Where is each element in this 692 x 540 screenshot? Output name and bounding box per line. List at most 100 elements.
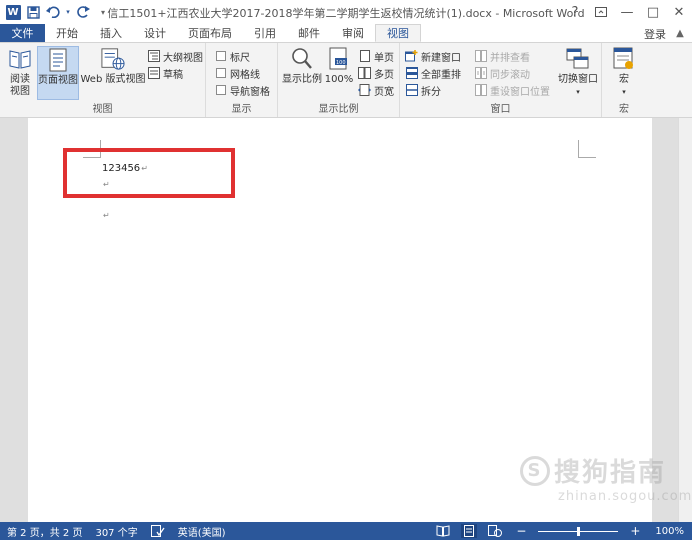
- redo-icon[interactable]: [73, 2, 93, 22]
- help-button[interactable]: ?: [562, 0, 588, 24]
- views-group: 阅读 视图 页面视图 Web 版式视图 大纲视图 草稿 视图: [0, 43, 206, 117]
- paragraph-mark: ↵: [103, 211, 110, 220]
- nav-pane-checkbox[interactable]: 导航窗格: [216, 82, 270, 98]
- sync-scroll-button[interactable]: 同步滚动: [474, 65, 530, 81]
- gridlines-label: 网格线: [230, 69, 260, 81]
- red-highlight-box: [63, 148, 235, 198]
- one-page-icon: [358, 50, 371, 63]
- print-layout-icon: [46, 47, 70, 73]
- draft-button[interactable]: 草稿: [147, 65, 183, 81]
- nav-pane-check[interactable]: [216, 85, 226, 95]
- tab-home[interactable]: 开始: [45, 24, 89, 42]
- sync-scroll-label: 同步滚动: [490, 69, 530, 81]
- switch-windows-button[interactable]: 切换窗口 ▾: [556, 46, 600, 98]
- proofing-icon[interactable]: [150, 525, 165, 537]
- zoom-slider-thumb[interactable]: [576, 526, 580, 536]
- ribbon-tabs: 文件 开始 插入 设计 页面布局 引用 邮件 审阅 视图 登录 ▲: [0, 24, 692, 42]
- tab-page-layout[interactable]: 页面布局: [177, 24, 243, 42]
- reset-position-button[interactable]: 重设窗口位置: [474, 82, 550, 98]
- one-page-button[interactable]: 单页: [358, 48, 394, 64]
- new-window-button[interactable]: 新建窗口: [405, 48, 461, 64]
- page-width-icon: [358, 84, 371, 97]
- print-layout-button[interactable]: 页面视图: [37, 46, 79, 100]
- reset-position-label: 重设窗口位置: [490, 86, 550, 98]
- zoom-in-icon[interactable]: +: [627, 524, 643, 538]
- gridlines-checkbox[interactable]: 网格线: [216, 65, 260, 81]
- status-bar: 第 2 页，共 2 页 307 个字 英语(美国) − + 100%: [0, 522, 692, 540]
- undo-dropdown-icon[interactable]: ▾: [63, 2, 73, 22]
- arrange-all-icon: [405, 67, 418, 80]
- show-group-label: 显示: [231, 104, 252, 115]
- tab-insert[interactable]: 插入: [89, 24, 133, 42]
- split-button[interactable]: 拆分: [405, 82, 441, 98]
- tab-review[interactable]: 审阅: [331, 24, 375, 42]
- gridlines-check[interactable]: [216, 68, 226, 78]
- macros-icon: [612, 46, 636, 72]
- tab-references[interactable]: 引用: [243, 24, 287, 42]
- split-icon: [405, 84, 418, 97]
- customize-icon[interactable]: ▾: [93, 2, 113, 22]
- ruler-check[interactable]: [216, 51, 226, 61]
- read-mode-view-icon[interactable]: [435, 524, 451, 538]
- ribbon: 阅读 视图 页面视图 Web 版式视图 大纲视图 草稿 视图 标尺 网格线 导航…: [0, 42, 692, 118]
- word-icon[interactable]: W: [3, 2, 23, 22]
- zoom-level[interactable]: 100%: [655, 526, 684, 537]
- read-mode-label-1: 阅读: [10, 74, 30, 85]
- close-button[interactable]: ✕: [666, 0, 692, 24]
- watermark-main-text: 搜狗指南: [554, 458, 667, 488]
- web-layout-label: Web 版式视图: [80, 74, 146, 85]
- outline-button[interactable]: 大纲视图: [147, 48, 203, 64]
- tab-file[interactable]: 文件: [0, 24, 45, 42]
- multi-page-button[interactable]: 多页: [358, 65, 394, 81]
- draft-label: 草稿: [163, 69, 183, 81]
- undo-icon[interactable]: [43, 2, 63, 22]
- document-area: 123456↵ ↵ ↵ S 搜狗指南 zhinan.sogou.com: [0, 118, 692, 522]
- collapse-ribbon-icon[interactable]: ▲: [672, 25, 688, 41]
- multi-page-label: 多页: [374, 69, 394, 81]
- read-mode-button[interactable]: 阅读 视图: [4, 46, 36, 98]
- arrange-all-button[interactable]: 全部重排: [405, 65, 461, 81]
- outline-label: 大纲视图: [163, 52, 203, 64]
- macros-button[interactable]: 宏 ▾: [608, 46, 640, 98]
- print-layout-view-icon[interactable]: [461, 524, 478, 538]
- zoom-slider[interactable]: [538, 526, 619, 536]
- language[interactable]: 英语(美国): [178, 524, 226, 539]
- web-layout-view-icon[interactable]: [487, 524, 503, 538]
- switch-windows-icon: [566, 46, 590, 72]
- web-layout-icon: [101, 46, 125, 72]
- zoom-out-icon[interactable]: −: [513, 524, 529, 538]
- svg-text:100: 100: [336, 60, 346, 66]
- restore-button[interactable]: □: [640, 0, 666, 24]
- new-window-label: 新建窗口: [421, 52, 461, 64]
- arrange-all-label: 全部重排: [421, 69, 461, 81]
- ribbon-display-options-icon[interactable]: [588, 0, 614, 24]
- zoom-button[interactable]: 显示比例: [280, 46, 324, 86]
- tab-design[interactable]: 设计: [133, 24, 177, 42]
- read-mode-label-2: 视图: [10, 86, 30, 97]
- outline-icon: [147, 50, 160, 63]
- save-icon[interactable]: [23, 2, 43, 22]
- macros-dropdown-icon: ▾: [622, 88, 626, 96]
- side-by-side-button[interactable]: 并排查看: [474, 48, 530, 64]
- zoom-100-button[interactable]: 100 100%: [324, 46, 354, 86]
- document-line-3[interactable]: ↵: [102, 210, 110, 221]
- magnifier-icon: [290, 46, 314, 72]
- title-bar: W ▾ ▾ 信工1501+江西农业大学2017-2018学年第二学期学生返校情况…: [0, 0, 692, 24]
- login-link[interactable]: 登录: [644, 26, 666, 42]
- print-layout-label: 页面视图: [38, 75, 78, 86]
- tab-mailings[interactable]: 邮件: [287, 24, 331, 42]
- page-width-button[interactable]: 页宽: [358, 82, 394, 98]
- read-mode-icon: [8, 46, 32, 72]
- page-width-label: 页宽: [374, 86, 394, 98]
- margin-corner-top-right: [578, 140, 596, 158]
- switch-windows-dropdown-icon: ▾: [576, 88, 580, 96]
- views-group-label: 视图: [92, 104, 113, 115]
- split-label: 拆分: [421, 86, 441, 98]
- word-count[interactable]: 307 个字: [95, 524, 137, 539]
- web-layout-button[interactable]: Web 版式视图: [80, 46, 146, 86]
- page-count[interactable]: 第 2 页，共 2 页: [7, 524, 82, 539]
- ruler-checkbox[interactable]: 标尺: [216, 48, 250, 64]
- minimize-button[interactable]: —: [614, 0, 640, 24]
- tab-view[interactable]: 视图: [375, 24, 421, 42]
- zoom-100-label: 100%: [324, 74, 354, 85]
